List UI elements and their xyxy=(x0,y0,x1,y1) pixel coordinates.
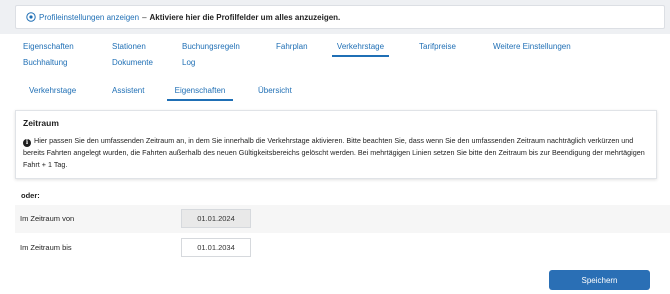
info-box-text-container: i Hier passen Sie den umfassenden Zeitrau… xyxy=(23,135,653,171)
from-date-label: Im Zeitraum von xyxy=(20,214,75,223)
tab-tarifpreise[interactable]: Tarifpreise xyxy=(419,42,456,51)
profile-hint-text: Aktiviere hier die Profilfelder um alles… xyxy=(149,12,341,22)
to-date-field[interactable]: 01.01.2034 xyxy=(181,238,251,257)
save-button[interactable]: Speichern xyxy=(549,270,650,290)
tab-buchungsregeln[interactable]: Buchungsregeln xyxy=(182,42,240,51)
subtab-verkehrstage[interactable]: Verkehrstage xyxy=(29,86,76,95)
tab-weitere-einstellungen[interactable]: Weitere Einstellungen xyxy=(493,42,571,51)
tab-fahrplan[interactable]: Fahrplan xyxy=(276,42,308,51)
from-date-row: Im Zeitraum von 01.01.2024 xyxy=(15,205,670,233)
show-profile-settings-link[interactable]: Profileinstellungen anzeigen xyxy=(39,13,139,22)
subtab-assistent[interactable]: Assistent xyxy=(112,86,144,95)
tab-eigenschaften[interactable]: Eigenschaften xyxy=(23,42,74,51)
tab-buchhaltung[interactable]: Buchhaltung xyxy=(23,58,67,67)
subtab-eigenschaften[interactable]: Eigenschaften xyxy=(167,86,233,101)
to-date-row: Im Zeitraum bis 01.01.2034 xyxy=(15,234,670,262)
info-circle-icon: i xyxy=(23,139,31,147)
subtab-uebersicht[interactable]: Übersicht xyxy=(258,86,292,95)
to-date-label: Im Zeitraum bis xyxy=(20,243,72,252)
eye-icon[interactable] xyxy=(26,12,36,22)
zeitraum-info-box: Zeitraum i Hier passen Sie den umfassende… xyxy=(15,110,657,179)
profile-settings-bar: Profileinstellungen anzeigen – Aktiviere… xyxy=(15,5,665,29)
from-date-field: 01.01.2024 xyxy=(181,209,251,228)
separator: – xyxy=(142,12,147,22)
tab-stationen[interactable]: Stationen xyxy=(112,42,146,51)
oder-label: oder: xyxy=(21,191,40,200)
tab-log[interactable]: Log xyxy=(182,58,195,67)
info-box-title: Zeitraum xyxy=(23,118,59,128)
content-panel: Eigenschaften Stationen Buchungsregeln F… xyxy=(0,34,670,294)
info-box-text: Hier passen Sie den umfassenden Zeitraum… xyxy=(23,136,645,169)
tab-dokumente[interactable]: Dokumente xyxy=(112,58,153,67)
tab-verkehrstage[interactable]: Verkehrstage xyxy=(332,42,389,57)
